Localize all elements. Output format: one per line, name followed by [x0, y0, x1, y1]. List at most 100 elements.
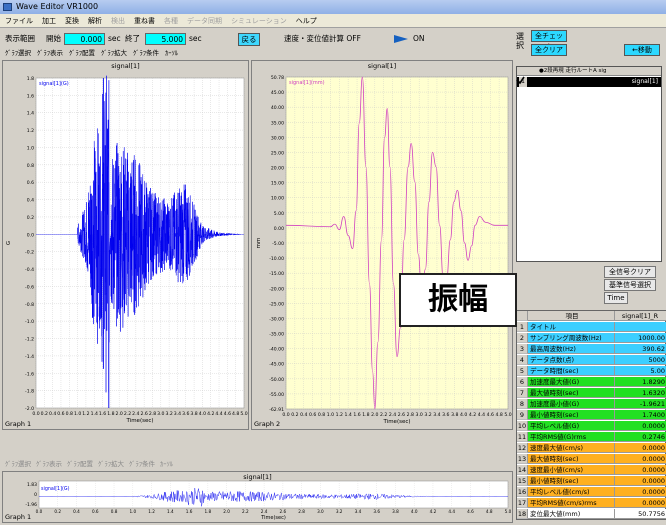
x-tick-label: 3.4 — [174, 411, 181, 417]
y-tick-label: -0.2 — [25, 250, 34, 256]
end-unit: sec — [189, 34, 202, 43]
start-time-input[interactable]: 0.000 — [64, 33, 105, 45]
toggle-arrow-icon[interactable] — [394, 35, 408, 43]
property-name: タイトル — [528, 322, 614, 332]
property-row[interactable]: 15 最小値時刻(sec) 0.0000 — [517, 476, 666, 486]
property-row[interactable]: 16 平均レベル値(cm/s) 0.0000 — [517, 487, 666, 497]
move-button[interactable]: ←移動 — [624, 44, 660, 56]
menu-item[interactable]: 加工 — [42, 15, 56, 28]
menu-item[interactable]: ファイル — [5, 15, 33, 28]
x-tick-label: 1.8 — [205, 509, 212, 514]
property-row[interactable]: 4 データ点数(点) 5000 — [517, 355, 666, 365]
property-row[interactable]: 8 加速度最小値(G) -1.9621 — [517, 399, 666, 409]
graph1-footer: Graph 1 — [5, 420, 32, 428]
property-number: 15 — [517, 476, 528, 486]
menu-item[interactable]: シミュレーション — [231, 15, 287, 28]
y-tick-label: -10.00 — [269, 256, 284, 262]
y-tick-label: -1.2 — [25, 337, 34, 343]
x-axis-label: Time(sec) — [260, 515, 286, 521]
graph-tool-item[interactable]: ｸﾞﾗﾌ拡大 — [101, 49, 127, 57]
graph-tool-item[interactable]: ｸﾞﾗﾌ条件 — [129, 460, 155, 468]
graph-tool-item[interactable]: ｸﾞﾗﾌ配置 — [69, 49, 95, 57]
menu-item[interactable]: 各種 — [164, 15, 178, 28]
graph-tool-item[interactable]: ｸﾞﾗﾌ条件 — [133, 49, 159, 57]
menu-item[interactable]: 検出 — [111, 15, 125, 28]
clear-signals-button[interactable]: 全信号クリア — [604, 266, 656, 278]
menu-item[interactable]: 変換 — [65, 15, 79, 28]
x-tick-label: 3.6 — [442, 412, 449, 418]
property-value: 50.7756 — [614, 509, 666, 519]
checkbox-checked-icon[interactable] — [516, 76, 525, 85]
graph-tool-item[interactable]: ｸﾞﾗﾌ表示 — [36, 460, 62, 468]
menu-item[interactable]: データ同期 — [187, 15, 222, 28]
property-value: 1.7400 — [614, 410, 666, 420]
property-value: 390.62 — [614, 344, 666, 354]
graph-tool-item[interactable]: ｸﾞﾗﾌ選択 — [5, 49, 31, 57]
property-row[interactable]: 10 平均レベル値(G) 0.0000 — [517, 421, 666, 431]
end-time-input[interactable]: 5.000 — [145, 33, 186, 45]
property-name: 加速度最大値(G) — [528, 377, 614, 387]
property-row[interactable]: 12 速度最大値(cm/s) 0.0000 — [517, 443, 666, 453]
x-tick-label: 1.4 — [345, 412, 352, 418]
reference-signal-button[interactable]: 基準信号選択 — [604, 279, 656, 291]
menu-item[interactable]: ヘルプ — [296, 15, 317, 28]
property-row[interactable]: 18 変位最大値(mm) 50.7756 — [517, 509, 666, 519]
x-tick-label: 1.0 — [74, 411, 81, 417]
overview-chart[interactable]: 1.83 0 -1.960.0 0.2 0.4 0.6 0.8 1.0 1.2 1.4 1.6 1.8… — [3, 478, 514, 522]
property-row[interactable]: 7 最大値時刻(sec) 1.6320 — [517, 388, 666, 398]
signal-list-row[interactable]: 1 signal[1] — [517, 77, 661, 87]
check-all-button[interactable]: 全チェック — [531, 30, 567, 51]
menu-item[interactable]: 解析 — [88, 15, 102, 28]
property-row[interactable]: 6 加速度最大値(G) 1.8290 — [517, 377, 666, 387]
y-tick-label: 50.78 — [271, 75, 284, 81]
property-row[interactable]: 5 データ時間(sec) 5.00 — [517, 366, 666, 376]
property-row[interactable]: 2 サンプリング周波数(Hz) 1000.00 — [517, 333, 666, 343]
y-tick-label: 35.00 — [271, 120, 284, 126]
graph2-panel[interactable]: signal[1] 50.78 45.00 40.00 35.00 30.00 25.00… — [251, 60, 513, 430]
graph-tool-item[interactable]: ｶｰｿﾙ — [160, 460, 173, 468]
time-button[interactable]: Time — [604, 292, 628, 304]
x-tick-label: 4.2 — [207, 411, 214, 417]
x-tick-label: 4.4 — [215, 411, 222, 417]
x-tick-label: 0.2 — [41, 411, 48, 417]
property-row[interactable]: 3 最高周波数(Hz) 390.62 — [517, 344, 666, 354]
property-row[interactable]: 13 最大値時刻(sec) 0.0000 — [517, 454, 666, 464]
window-title: Wave Editor VR1000 — [16, 2, 99, 11]
y-tick-label: 15.00 — [271, 181, 284, 187]
property-name: 最大値時刻(sec) — [528, 454, 614, 464]
property-value: 1.8290 — [614, 377, 666, 387]
y-tick-label: 5.00 — [274, 211, 284, 217]
graph-tool-item[interactable]: ｸﾞﾗﾌ表示 — [37, 49, 63, 57]
x-axis-label: Time(sec) — [382, 419, 410, 425]
x-tick-label: 3.4 — [433, 412, 440, 418]
clear-all-button[interactable]: 全クリア — [531, 44, 567, 56]
selection-label: 選択 — [516, 32, 524, 50]
menu-item[interactable]: 重ね書 — [134, 15, 155, 28]
graph-tool-item[interactable]: ｸﾞﾗﾌ配置 — [67, 460, 93, 468]
property-name: 速度最小値(cm/s) — [528, 465, 614, 475]
x-tick-label: 5.0 — [505, 509, 512, 514]
property-name: 平均レベル値(G) — [528, 421, 614, 431]
x-tick-label: 0.2 — [54, 509, 61, 514]
overview-panel[interactable]: signal[1] 1.83 0 -1.96 0.0 0.2 0.4 0.6 0.8 1.0 1.… — [2, 471, 513, 523]
property-number: 9 — [517, 410, 528, 420]
x-tick-label: 1.2 — [82, 411, 89, 417]
graph-tool-item[interactable]: ｸﾞﾗﾌ選択 — [5, 460, 31, 468]
property-row[interactable]: 1 タイトル — [517, 322, 666, 332]
property-row[interactable]: 9 最小値時刻(sec) 1.7400 — [517, 410, 666, 420]
signal-list[interactable]: ●2段再現 走行ルートA sig 1 signal[1] — [516, 66, 662, 262]
graph1-chart[interactable]: 1.81.61.41.21.00.80.60.40.20.0-0.2-0.4-0… — [3, 70, 250, 430]
graph1-panel[interactable]: signal[1] 1.8 1.6 1.4 1.2 1.0 0.8 0.6 0.4 0.2 0.0… — [2, 60, 249, 430]
app-icon — [3, 3, 12, 11]
y-axis-label: mm — [256, 238, 262, 249]
property-row[interactable]: 17 平均RMS値(cm/s)rms 0.0000 — [517, 498, 666, 508]
graph-tool-item[interactable]: ｸﾞﾗﾌ拡大 — [98, 460, 124, 468]
graph-tool-item[interactable]: ｶｰｿﾙ — [165, 49, 178, 57]
property-row[interactable]: 14 速度最小値(cm/s) 0.0000 — [517, 465, 666, 475]
graph2-chart[interactable]: 50.78 45.00 40.00 35.00 30.00 25.00 20.00 15.00… — [252, 70, 514, 430]
calc-on-label: ON — [413, 34, 425, 43]
property-number: 11 — [517, 432, 528, 442]
property-row[interactable]: 11 平均RMS値(G)rms 0.2746 — [517, 432, 666, 442]
back-button[interactable]: 戻る — [238, 33, 260, 46]
y-tick-label: 40.00 — [271, 105, 284, 111]
